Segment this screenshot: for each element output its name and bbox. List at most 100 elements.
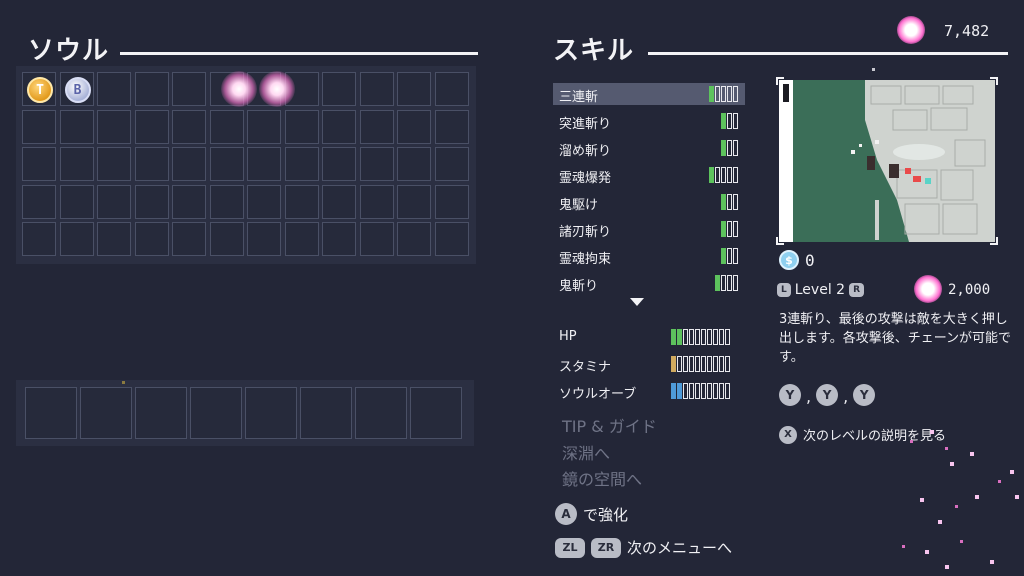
soul-slot[interactable] <box>97 147 131 181</box>
soul-slot[interactable] <box>434 147 469 181</box>
soul-slot[interactable] <box>22 147 56 181</box>
soul-slot[interactable] <box>397 147 431 181</box>
next-level-hint[interactable]: X 次のレベルの説明を見る <box>779 425 946 444</box>
soul-slot[interactable] <box>209 184 244 219</box>
soul-slot[interactable] <box>134 72 169 106</box>
equip-slot[interactable] <box>245 387 297 439</box>
soul-slot[interactable] <box>247 147 281 181</box>
menu-link-abyss[interactable]: 深淵へ <box>562 440 610 464</box>
soul-slot[interactable] <box>284 222 319 256</box>
soul-slot[interactable] <box>322 109 356 144</box>
soul-slot[interactable] <box>247 222 281 256</box>
soul-slot[interactable] <box>172 222 206 256</box>
soul-slot[interactable] <box>322 184 356 219</box>
soul-slot[interactable] <box>359 109 394 144</box>
soul-slot[interactable] <box>359 147 394 181</box>
soul-slot[interactable] <box>247 184 281 219</box>
soul-slot[interactable] <box>59 109 94 144</box>
soul-slot[interactable] <box>59 184 94 219</box>
skill-title-rule <box>648 52 1008 55</box>
soul-slot[interactable] <box>397 109 431 144</box>
skill-row[interactable]: 霊魂拘束 <box>553 245 745 267</box>
soul-slot[interactable] <box>172 147 206 181</box>
soul-slot[interactable] <box>134 184 169 219</box>
soul-slot[interactable] <box>59 222 94 256</box>
equip-slot[interactable] <box>25 387 77 439</box>
r-button-icon[interactable]: R <box>849 283 864 297</box>
menu-link-tips-guide[interactable]: TIP & ガイド <box>562 413 657 437</box>
skill-row[interactable]: 諸刃斬り <box>553 218 745 240</box>
pip-filled <box>715 275 720 291</box>
soul-slot[interactable] <box>22 184 56 219</box>
soul-slot[interactable] <box>97 109 131 144</box>
equip-slot[interactable] <box>300 387 352 439</box>
soul-slot[interactable] <box>322 222 356 256</box>
soul-coin-icon: B <box>64 77 91 103</box>
soul-slot[interactable] <box>172 109 206 144</box>
soul-slot[interactable] <box>97 222 131 256</box>
soul-slot[interactable] <box>397 72 431 106</box>
soul-currency-amount: 7,482 <box>944 22 990 40</box>
soul-slot[interactable] <box>434 72 469 106</box>
equip-slot[interactable] <box>355 387 407 439</box>
skill-row[interactable]: 溜め斬り <box>553 137 745 159</box>
soul-slot[interactable] <box>359 72 394 106</box>
soul-slot[interactable] <box>359 222 394 256</box>
soul-slot[interactable]: B <box>59 72 94 106</box>
stat-row[interactable]: スタミナ <box>553 353 745 375</box>
soul-slot[interactable] <box>134 147 169 181</box>
equip-slot[interactable] <box>135 387 187 439</box>
next-menu-hint-label: 次のメニューへ <box>627 539 733 557</box>
sparkle <box>970 452 974 456</box>
soul-slot[interactable] <box>172 72 206 106</box>
pip-filled <box>721 113 726 129</box>
soul-slot[interactable] <box>434 222 469 256</box>
soul-slot[interactable] <box>359 184 394 219</box>
soul-slot[interactable] <box>322 72 356 106</box>
next-level-hint-label: 次のレベルの説明を見る <box>803 429 947 444</box>
equip-slot[interactable] <box>190 387 242 439</box>
soul-slot[interactable] <box>209 147 244 181</box>
soul-slot[interactable] <box>209 222 244 256</box>
soul-slot[interactable] <box>59 147 94 181</box>
skill-row[interactable]: 鬼斬り <box>553 272 745 294</box>
soul-slot[interactable] <box>134 109 169 144</box>
pip-empty <box>721 275 726 291</box>
soul-slot[interactable] <box>322 147 356 181</box>
soul-slot[interactable] <box>209 109 244 144</box>
equip-slot[interactable] <box>80 387 132 439</box>
soul-slot[interactable] <box>134 222 169 256</box>
sparkle <box>990 560 994 564</box>
soul-slot[interactable] <box>284 147 319 181</box>
skill-row[interactable]: 鬼駆け <box>553 191 745 213</box>
stat-row[interactable]: HP <box>553 326 745 348</box>
soul-slot[interactable] <box>97 184 131 219</box>
soul-slot[interactable] <box>397 222 431 256</box>
level-pips <box>709 167 738 183</box>
combo-separator: , <box>843 387 849 406</box>
soul-slot[interactable] <box>284 184 319 219</box>
skill-row[interactable]: 突進斬り <box>553 110 745 132</box>
soul-slot[interactable] <box>434 184 469 219</box>
soul-slot[interactable] <box>247 109 281 144</box>
level-selector[interactable]: L Level 2 R <box>777 282 864 298</box>
equip-slot[interactable] <box>410 387 462 439</box>
soul-slot[interactable] <box>97 72 131 106</box>
skill-description: 3連斬り、最後の攻撃は敵を大きく押し出します。各攻撃後、チェーンが可能です。 <box>779 312 1012 365</box>
soul-slot[interactable] <box>22 222 56 256</box>
pip-empty <box>677 356 682 372</box>
soul-slot[interactable] <box>284 109 319 144</box>
skill-row[interactable]: 霊魂爆発 <box>553 164 745 186</box>
skill-row[interactable]: 三連斬 <box>553 83 745 105</box>
sparkle <box>1010 470 1014 474</box>
scroll-down-arrow-icon[interactable] <box>630 298 644 306</box>
soul-slot[interactable] <box>397 184 431 219</box>
stat-row[interactable]: ソウルオーブ <box>553 380 745 402</box>
l-button-icon[interactable]: L <box>777 283 791 297</box>
skill-name: 諸刃斬り <box>559 225 612 240</box>
soul-slot[interactable] <box>172 184 206 219</box>
menu-link-mirror-space[interactable]: 鏡の空間へ <box>562 466 642 490</box>
soul-slot[interactable] <box>434 109 469 144</box>
soul-slot[interactable] <box>22 109 56 144</box>
soul-slot[interactable]: T <box>22 72 56 106</box>
